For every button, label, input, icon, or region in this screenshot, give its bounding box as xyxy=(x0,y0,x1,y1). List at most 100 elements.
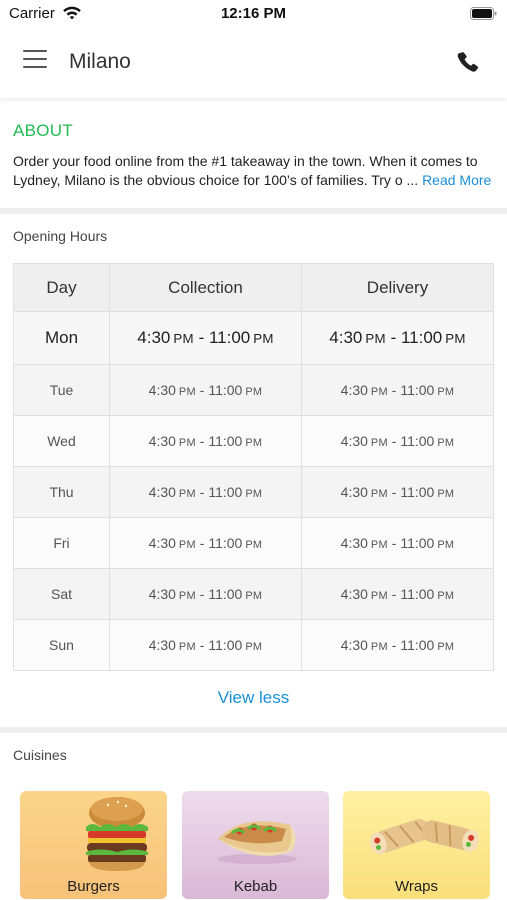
time-separator: - xyxy=(387,535,401,551)
collection-hours-cell: 4:30 PM - 11:00 PM xyxy=(109,466,302,518)
ampm-label: PM xyxy=(245,539,263,551)
hours-row-wed: Wed 4:30 PM - 11:00 PM 4:30 PM - 11:00 PM xyxy=(13,415,494,467)
collection-hours-cell: 4:30 PM - 11:00 PM xyxy=(109,517,302,569)
view-less-link[interactable]: View less xyxy=(0,688,507,708)
close-time: 11:00 xyxy=(400,433,435,449)
ampm-label: PM xyxy=(178,386,196,398)
phone-icon[interactable] xyxy=(455,50,481,76)
ampm-label: PM xyxy=(245,590,263,602)
time-separator: - xyxy=(195,433,209,449)
column-header-collection: Collection xyxy=(109,263,302,312)
close-time: 11:00 xyxy=(400,535,435,551)
hours-row-tue: Tue 4:30 PM - 11:00 PM 4:30 PM - 11:00 PM xyxy=(13,364,494,416)
ampm-label: PM xyxy=(437,590,455,602)
table-header-row: Day Collection Delivery xyxy=(13,263,494,312)
time-separator: - xyxy=(385,328,401,347)
time-separator: - xyxy=(195,484,209,500)
cuisine-card-kebab[interactable]: Kebab xyxy=(182,791,329,899)
ampm-label: PM xyxy=(437,437,455,449)
delivery-hours-cell: 4:30 PM - 11:00 PM xyxy=(301,364,494,416)
close-time: 11:00 xyxy=(208,382,243,398)
ampm-label: PM xyxy=(245,437,263,449)
time-separator: - xyxy=(195,382,209,398)
cuisines-label: Cuisines xyxy=(13,747,67,763)
time-separator: - xyxy=(387,586,401,602)
opening-hours-label: Opening Hours xyxy=(13,228,108,244)
delivery-hours-cell: 4:30 PM - 11:00 PM xyxy=(301,517,494,569)
open-time: 4:30 xyxy=(148,433,176,449)
nav-bar: Milano xyxy=(0,28,507,98)
close-time: 11:00 xyxy=(400,586,435,602)
battery-icon xyxy=(470,7,497,20)
open-time: 4:30 xyxy=(148,586,176,602)
ampm-label: PM xyxy=(370,488,388,500)
cuisine-name: Kebab xyxy=(233,878,278,895)
close-time: 11:00 xyxy=(400,637,435,653)
wraps-image xyxy=(369,819,479,855)
open-time: 4:30 xyxy=(329,328,363,347)
read-more-link[interactable]: Read More xyxy=(422,172,491,188)
ampm-label: PM xyxy=(178,641,196,653)
hamburger-menu-icon[interactable] xyxy=(23,50,47,70)
ampm-label: PM xyxy=(370,386,388,398)
day-cell: Thu xyxy=(13,466,110,518)
open-time: 4:30 xyxy=(340,637,368,653)
column-header-day: Day xyxy=(13,263,110,312)
time-separator: - xyxy=(195,637,209,653)
ampm-label: PM xyxy=(370,590,388,602)
collection-hours-cell: 4:30 PM - 11:00 PM xyxy=(109,415,302,467)
ampm-label: PM xyxy=(245,488,263,500)
close-time: 11:00 xyxy=(400,484,435,500)
close-time: 11:00 xyxy=(208,328,251,347)
delivery-hours-cell: 4:30 PM - 11:00 PM xyxy=(301,568,494,620)
open-time: 4:30 xyxy=(340,433,368,449)
cuisine-card-burgers[interactable]: Burgers xyxy=(20,791,167,899)
close-time: 11:00 xyxy=(208,586,243,602)
ampm-label: PM xyxy=(178,488,196,500)
kebab-image xyxy=(217,821,297,864)
time-separator: - xyxy=(195,535,209,551)
ampm-label: PM xyxy=(253,331,274,346)
ampm-label: PM xyxy=(437,641,455,653)
time-separator: - xyxy=(195,586,209,602)
ampm-label: PM xyxy=(437,488,455,500)
clock: 12:16 PM xyxy=(220,5,287,22)
open-time: 4:30 xyxy=(137,328,171,347)
time-separator: - xyxy=(387,433,401,449)
burger-image xyxy=(86,797,148,871)
ampm-label: PM xyxy=(245,386,263,398)
ampm-label: PM xyxy=(178,590,196,602)
cuisine-card-wraps[interactable]: Wraps xyxy=(343,791,490,899)
section-divider xyxy=(0,208,507,214)
open-time: 4:30 xyxy=(340,382,368,398)
ampm-label: PM xyxy=(437,539,455,551)
column-header-delivery: Delivery xyxy=(301,263,494,312)
open-time: 4:30 xyxy=(340,535,368,551)
collection-hours-cell: 4:30 PM - 11:00 PM xyxy=(109,568,302,620)
close-time: 11:00 xyxy=(208,433,243,449)
about-text: Order your food online from the #1 takea… xyxy=(13,152,499,190)
close-time: 11:00 xyxy=(400,382,435,398)
opening-hours-table: Day Collection Delivery Mon 4:30 PM - 11:0… xyxy=(13,263,494,671)
ampm-label: PM xyxy=(173,331,194,346)
ampm-label: PM xyxy=(178,437,196,449)
ampm-label: PM xyxy=(245,641,263,653)
hours-row-thu: Thu 4:30 PM - 11:00 PM 4:30 PM - 11:00 PM xyxy=(13,466,494,518)
hours-row-fri: Fri 4:30 PM - 11:00 PM 4:30 PM - 11:00 PM xyxy=(13,517,494,569)
hours-row-sat: Sat 4:30 PM - 11:00 PM 4:30 PM - 11:00 PM xyxy=(13,568,494,620)
ampm-label: PM xyxy=(370,437,388,449)
ampm-label: PM xyxy=(370,539,388,551)
day-cell: Sat xyxy=(13,568,110,620)
hours-row-sun: Sun 4:30 PM - 11:00 PM 4:30 PM - 11:00 PM xyxy=(13,619,494,671)
close-time: 11:00 xyxy=(208,535,243,551)
close-time: 11:00 xyxy=(400,328,443,347)
cuisine-name: Wraps xyxy=(394,878,439,895)
about-description: Order your food online from the #1 takea… xyxy=(13,153,478,188)
day-cell: Mon xyxy=(13,311,110,365)
delivery-hours-cell: 4:30 PM - 11:00 PM xyxy=(301,311,494,365)
ampm-label: PM xyxy=(365,331,386,346)
open-time: 4:30 xyxy=(340,586,368,602)
ampm-label: PM xyxy=(370,641,388,653)
about-heading: ABOUT xyxy=(13,121,74,140)
status-bar: Carrier 12:16 PM xyxy=(0,0,507,28)
